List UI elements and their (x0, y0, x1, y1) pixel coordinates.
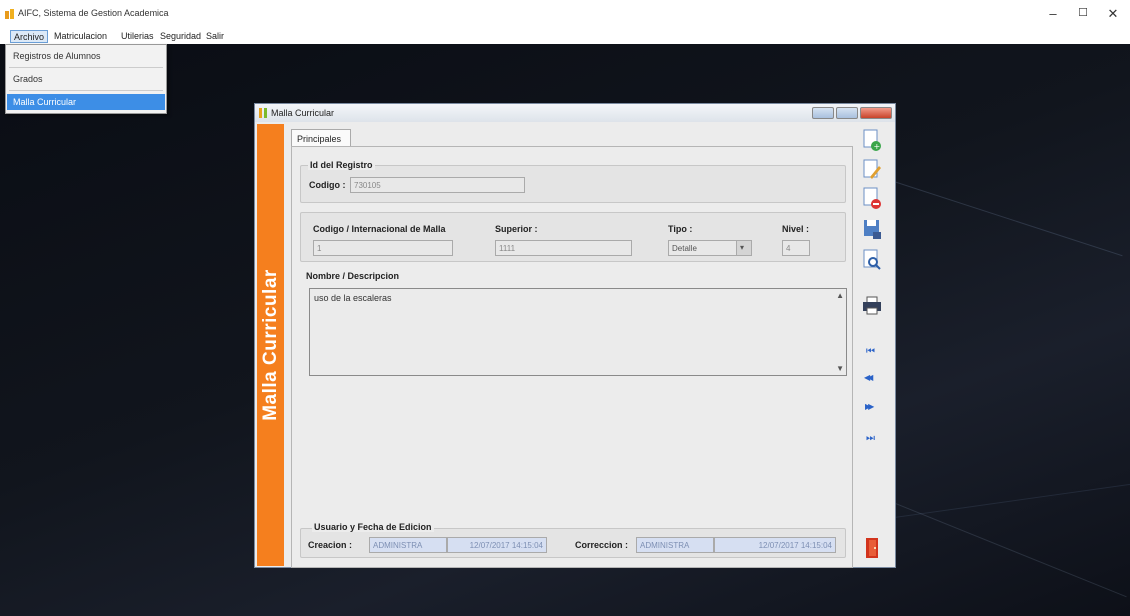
menu-bar: Archivo Matriculacion Utilerias Segurida… (0, 28, 1130, 44)
next-record-button[interactable]: ▶▶ (861, 397, 883, 421)
delete-button[interactable] (861, 186, 883, 210)
tipo-dropdown-button[interactable]: ▾ (736, 240, 752, 256)
window-titlebar[interactable]: Malla Curricular (255, 104, 895, 122)
descripcion-textarea[interactable]: uso de la escaleras ▲ ▼ (309, 288, 847, 376)
window-icon (259, 108, 267, 118)
tab-principales[interactable]: Principales (291, 129, 351, 147)
scroll-down-icon[interactable]: ▼ (836, 364, 844, 373)
menu-archivo[interactable]: Archivo (10, 30, 49, 43)
audit-group-title: Usuario y Fecha de Edicion (312, 522, 434, 532)
previous-record-icon: ◀◀ (864, 373, 873, 382)
edit-button[interactable] (861, 158, 883, 182)
menu-item-malla-curricular[interactable]: Malla Curricular (7, 94, 165, 110)
minimize-button[interactable]: – (1043, 6, 1063, 24)
side-banner: Malla Curricular (257, 124, 284, 566)
last-record-button[interactable]: ⏭ (861, 428, 883, 452)
menu-matriculacion[interactable]: Matriculacion (51, 30, 110, 43)
menu-item-grados[interactable]: Grados (7, 71, 165, 87)
exit-button[interactable] (861, 536, 883, 560)
creacion-date-field: 12/07/2017 14:15:04 (447, 537, 547, 553)
save-icon (864, 220, 881, 239)
tipo-select[interactable]: Detalle (668, 240, 738, 256)
codigo-internacional-field[interactable]: 1 (313, 240, 453, 256)
app-title: AIFC, Sistema de Gestion Academica (18, 8, 169, 18)
new-record-button[interactable]: + (861, 128, 883, 152)
window-minimize-button[interactable] (812, 107, 834, 119)
save-button[interactable] (861, 217, 883, 241)
codigo-label: Codigo : (309, 180, 346, 190)
codigo-internacional-label: Codigo / Internacional de Malla (313, 224, 446, 234)
app-titlebar: AIFC, Sistema de Gestion Academica – ☐ ✕ (0, 0, 1130, 28)
print-icon (863, 296, 881, 315)
delete-icon (863, 187, 881, 209)
menu-seguridad[interactable]: Seguridad (157, 30, 204, 43)
menu-item-registros[interactable]: Registros de Alumnos (7, 48, 165, 64)
close-button[interactable]: ✕ (1103, 6, 1123, 24)
search-button[interactable] (861, 248, 883, 272)
menu-utilerias[interactable]: Utilerias (118, 30, 157, 43)
correccion-user-field: ADMINISTRA (636, 537, 714, 553)
superior-label: Superior : (495, 224, 538, 234)
scroll-up-icon[interactable]: ▲ (836, 291, 844, 300)
id-group-title: Id del Registro (308, 160, 375, 170)
print-button[interactable] (861, 293, 883, 317)
next-record-icon: ▶▶ (865, 402, 874, 411)
app-logo-icon (5, 9, 14, 19)
descripcion-text: uso de la escaleras (314, 293, 392, 303)
window-maximize-button[interactable] (836, 107, 858, 119)
descripcion-label: Nombre / Descripcion (306, 271, 400, 281)
nivel-label: Nivel : (782, 224, 810, 234)
superior-field[interactable]: 1111 (495, 240, 632, 256)
window-title: Malla Curricular (271, 108, 335, 118)
correccion-label: Correccion : (575, 540, 629, 550)
menu-separator (9, 67, 163, 68)
first-record-button[interactable]: ⏮ (861, 341, 883, 365)
edit-icon (863, 159, 881, 179)
search-icon (863, 249, 881, 270)
svg-text:+: + (874, 142, 881, 151)
tipo-label: Tipo : (668, 224, 693, 234)
exit-door-icon (866, 538, 878, 558)
maximize-button[interactable]: ☐ (1073, 6, 1093, 24)
banner-title: Malla Curricular (259, 269, 281, 421)
nivel-field[interactable]: 4 (782, 240, 810, 256)
window-close-button[interactable] (860, 107, 892, 119)
chevron-down-icon: ▾ (740, 243, 745, 252)
menu-separator (9, 90, 163, 91)
archivo-dropdown: Registros de Alumnos Grados Malla Curric… (5, 44, 167, 114)
first-record-icon: ⏮ (866, 346, 875, 357)
creacion-label: Creacion : (308, 540, 353, 550)
correccion-date-field: 12/07/2017 14:15:04 (714, 537, 836, 553)
new-record-icon: + (863, 129, 881, 151)
codigo-field[interactable]: 730105 (350, 177, 525, 193)
last-record-icon: ⏭ (866, 433, 875, 444)
previous-record-button[interactable]: ◀◀ (861, 368, 883, 392)
creacion-user-field: ADMINISTRA (369, 537, 447, 553)
menu-salir[interactable]: Salir (203, 30, 227, 43)
